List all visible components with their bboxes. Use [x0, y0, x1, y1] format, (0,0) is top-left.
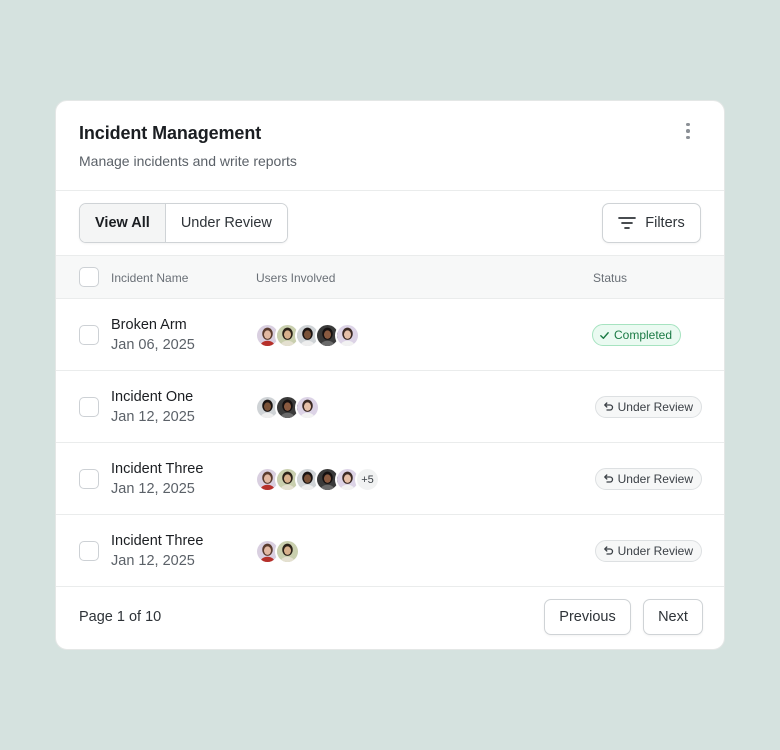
status-badge: Completed [592, 324, 682, 346]
status-label: Completed [614, 328, 673, 342]
incident-name: Incident Three [111, 533, 204, 549]
incident-name: Incident One [111, 389, 194, 405]
users-involved-avatars [255, 323, 360, 348]
column-header-status: Status [593, 271, 628, 285]
filters-label: Filters [645, 215, 685, 231]
filters-button[interactable]: Filters [602, 203, 701, 243]
column-header-incident-name: Incident Name [111, 271, 189, 285]
table-row[interactable]: Incident One Jan 12, 2025 Under Review [56, 371, 724, 443]
previous-button[interactable]: Previous [544, 599, 631, 635]
status-label: Under Review [617, 544, 693, 558]
column-header-users-involved: Users Involved [256, 271, 336, 285]
incident-date: Jan 12, 2025 [111, 409, 195, 425]
undo-icon [603, 402, 613, 411]
status-badge: Under Review [594, 540, 702, 562]
table-body: Broken Arm Jan 06, 2025 Completed Incident … [56, 299, 724, 587]
page-indicator: Page 1 of 10 [79, 609, 162, 625]
table-row[interactable]: Broken Arm Jan 06, 2025 Completed [56, 299, 724, 371]
status-label: Under Review [617, 400, 693, 414]
check-icon [600, 331, 609, 339]
avatar [335, 323, 360, 348]
incident-date: Jan 06, 2025 [111, 337, 195, 353]
toolbar: View All Under Review Filters [56, 191, 724, 255]
incident-date: Jan 12, 2025 [111, 553, 195, 569]
pagination-footer: Page 1 of 10 Previous Next [56, 587, 724, 649]
table-header: Incident Name Users Involved Status [56, 255, 724, 299]
incident-name: Incident Three [111, 461, 204, 477]
avatar [275, 539, 300, 564]
card-title: Incident Management [79, 123, 262, 143]
status-badge: Under Review [594, 396, 702, 418]
status-label: Under Review [617, 472, 693, 486]
users-involved-avatars: +5 [255, 467, 380, 492]
users-involved-avatars [255, 395, 320, 420]
filter-lines-icon [618, 217, 637, 229]
tab-under-review[interactable]: Under Review [165, 204, 287, 242]
table-row[interactable]: Incident Three Jan 12, 2025 Under Review [56, 515, 724, 587]
card-subtitle: Manage incidents and write reports [79, 153, 297, 169]
incident-name: Broken Arm [111, 317, 187, 333]
row-checkbox[interactable] [79, 397, 99, 417]
more-users-badge: +5 [355, 467, 380, 492]
undo-icon [603, 546, 613, 555]
table-row[interactable]: Incident Three Jan 12, 2025 +5 Under Review [56, 443, 724, 515]
view-segmented-control: View All Under Review [79, 203, 288, 243]
undo-icon [603, 474, 613, 483]
incident-card: Incident Management Manage incidents and… [55, 100, 725, 650]
tab-view-all[interactable]: View All [80, 204, 166, 242]
card-header: Incident Management Manage incidents and… [56, 101, 724, 191]
status-badge: Under Review [594, 468, 702, 490]
users-involved-avatars [255, 539, 300, 564]
next-button[interactable]: Next [643, 599, 703, 635]
incident-date: Jan 12, 2025 [111, 481, 195, 497]
more-vertical-icon[interactable] [678, 121, 698, 141]
row-checkbox[interactable] [79, 469, 99, 489]
avatar [295, 395, 320, 420]
row-checkbox[interactable] [79, 541, 99, 561]
row-checkbox[interactable] [79, 325, 99, 345]
select-all-checkbox[interactable] [79, 267, 99, 287]
